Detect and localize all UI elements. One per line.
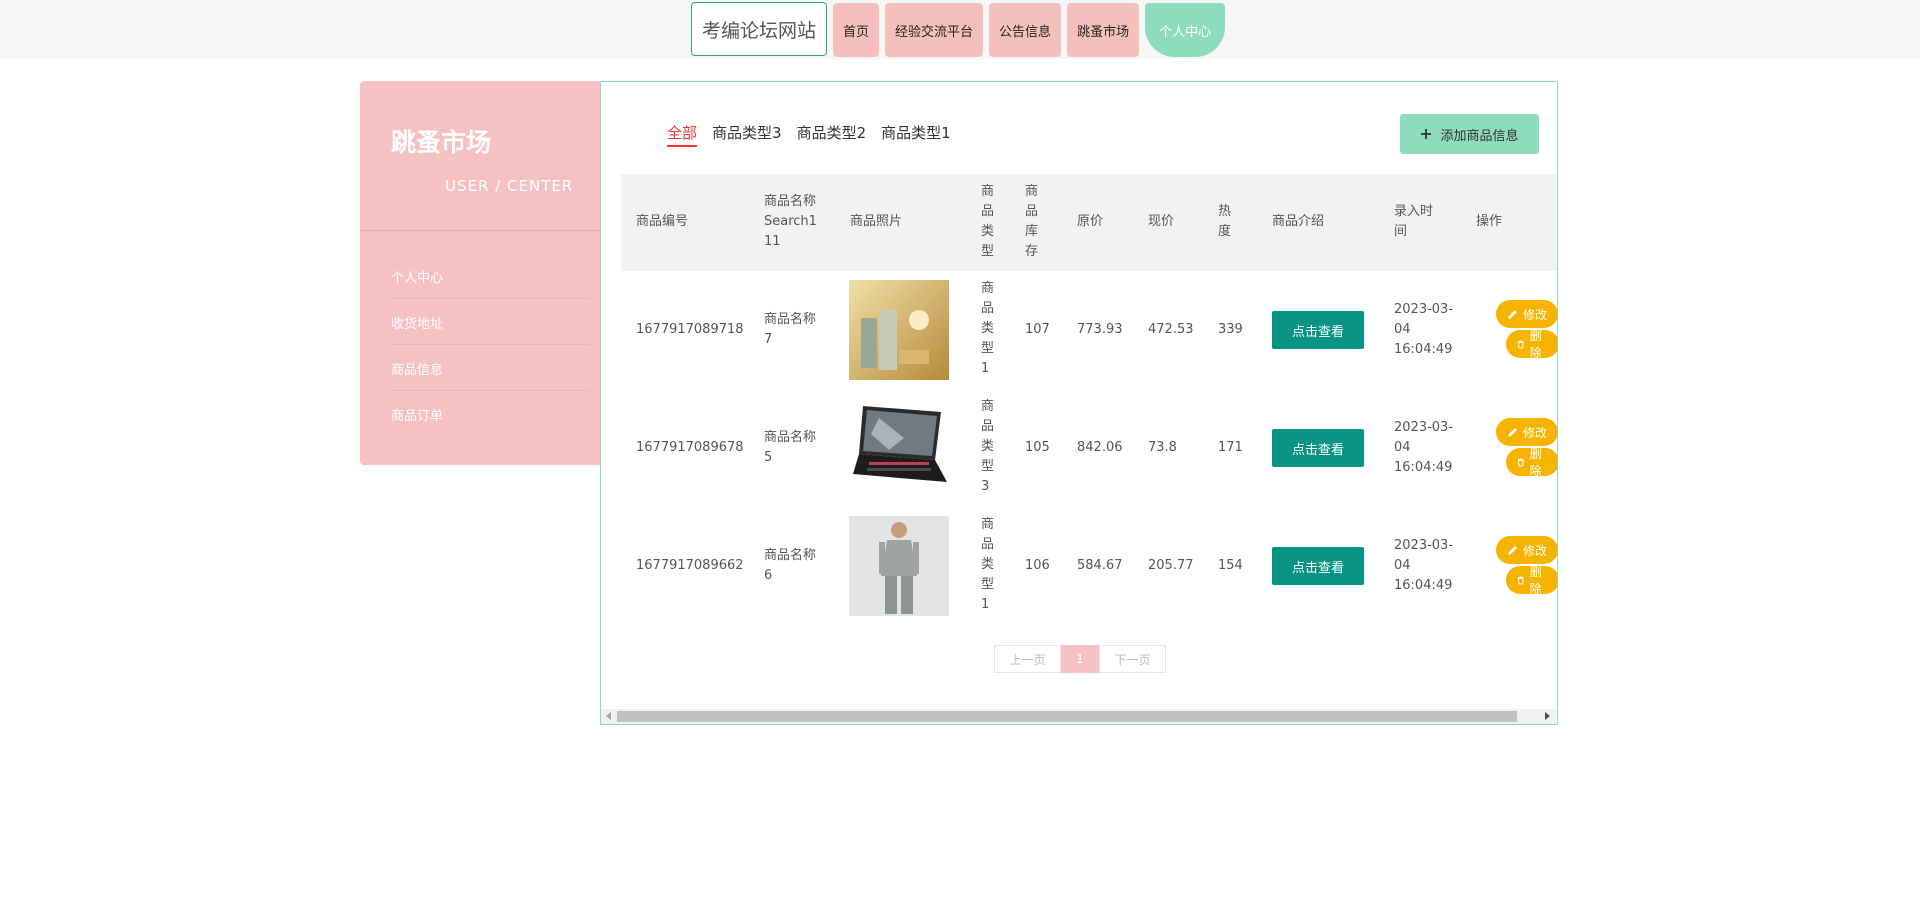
cell-heat: 339: [1218, 322, 1243, 337]
nav-item-experience[interactable]: 经验交流平台: [885, 3, 984, 57]
view-details-button[interactable]: 点击查看: [1272, 311, 1364, 349]
prev-page-button[interactable]: 上一页: [994, 645, 1061, 673]
table-row: 1677917089678 商品名称5 商品类型3 105 842.06 73.…: [621, 397, 1557, 515]
pencil-icon: [1508, 545, 1517, 555]
header-type: 商品类型: [981, 184, 995, 259]
cell-orig-price: 842.06: [1077, 440, 1123, 455]
current-page[interactable]: 1: [1061, 645, 1099, 673]
nav-item-flea-market[interactable]: 跳蚤市场: [1067, 3, 1140, 57]
header-photo: 商品照片: [850, 214, 903, 229]
cell-orig-price: 584.67: [1077, 558, 1123, 573]
cell-name: 商品名称7: [764, 312, 817, 347]
cell-price: 472.53: [1148, 322, 1194, 337]
table-row: 1677917089718 商品名称7 商品类型1 107 773.93 472…: [621, 279, 1557, 397]
sidebar-item-orders[interactable]: 商品订单: [391, 405, 591, 436]
cell-heat: 154: [1218, 558, 1243, 573]
tab-type-1[interactable]: 商品类型1: [881, 122, 951, 147]
view-details-button[interactable]: 点击查看: [1272, 547, 1364, 585]
site-title[interactable]: 考编论坛网站: [691, 2, 828, 56]
view-details-button[interactable]: 点击查看: [1272, 429, 1364, 467]
header-ops: 操作: [1476, 214, 1503, 229]
sidebar: 跳蚤市场 USER / CENTER 个人中心 收货地址 商品信息 商品订单: [360, 81, 600, 465]
delete-label: 删除: [1529, 565, 1542, 596]
header-intro: 商品介绍: [1272, 214, 1325, 229]
edit-label: 修改: [1523, 425, 1548, 440]
pencil-icon: [1508, 427, 1517, 437]
pencil-icon: [1508, 309, 1517, 319]
edit-button[interactable]: 修改: [1496, 300, 1557, 328]
cell-heat: 171: [1218, 440, 1243, 455]
plus-icon: [1421, 129, 1432, 139]
header-time: 录入时间: [1394, 204, 1434, 239]
cell-stock: 105: [1025, 440, 1050, 455]
nav-item-user-center[interactable]: 个人中心: [1145, 3, 1226, 57]
trash-icon: [1517, 458, 1524, 466]
sidebar-item-user-center[interactable]: 个人中心: [391, 267, 591, 299]
tab-all[interactable]: 全部: [667, 122, 698, 147]
cell-stock: 107: [1025, 322, 1050, 337]
tab-type-3[interactable]: 商品类型3: [712, 122, 782, 147]
scrollbar-thumb[interactable]: [617, 711, 1517, 722]
edit-button[interactable]: 修改: [1496, 418, 1557, 446]
sidebar-item-products[interactable]: 商品信息: [391, 359, 591, 391]
nav-item-announcements[interactable]: 公告信息: [989, 3, 1062, 57]
sidebar-subtitle: USER / CENTER: [445, 177, 574, 195]
header-id: 商品编号: [636, 214, 689, 229]
cell-type: 商品类型1: [981, 281, 995, 376]
tab-type-2[interactable]: 商品类型2: [797, 122, 867, 147]
sidebar-item-address[interactable]: 收货地址: [391, 313, 591, 345]
delete-button[interactable]: 删除: [1506, 447, 1557, 478]
sidebar-title: 跳蚤市场: [391, 128, 492, 157]
header-name: 商品名称Search111: [764, 194, 817, 249]
top-navbar: 考编论坛网站 首页 经验交流平台 公告信息 跳蚤市场 个人中心: [0, 0, 1920, 59]
cell-name: 商品名称5: [764, 430, 817, 465]
cell-type: 商品类型1: [981, 517, 995, 612]
product-photo: [849, 398, 949, 498]
header-stock: 商品库存: [1025, 184, 1039, 259]
cell-time: 2023-03-04 16:04:49: [1394, 420, 1454, 475]
sidebar-divider: [360, 230, 600, 231]
cell-price: 73.8: [1148, 440, 1177, 455]
delete-button[interactable]: 删除: [1506, 565, 1557, 596]
cell-time: 2023-03-04 16:04:49: [1394, 538, 1454, 593]
cell-orig-price: 773.93: [1077, 322, 1123, 337]
pagination: 上一页 1 下一页: [994, 645, 1166, 673]
category-tabs: 全部 商品类型3 商品类型2 商品类型1: [667, 122, 951, 147]
delete-label: 删除: [1529, 329, 1542, 360]
delete-button[interactable]: 删除: [1506, 329, 1557, 360]
cell-price: 205.77: [1148, 558, 1194, 573]
cell-stock: 106: [1025, 558, 1050, 573]
edit-label: 修改: [1523, 543, 1548, 558]
edit-button[interactable]: 修改: [1496, 536, 1557, 564]
header-price: 现价: [1148, 214, 1175, 229]
cell-id: 1677917089718: [636, 322, 744, 337]
edit-label: 修改: [1523, 307, 1548, 322]
cell-time: 2023-03-04 16:04:49: [1394, 302, 1454, 357]
trash-icon: [1517, 340, 1524, 348]
trash-icon: [1517, 576, 1524, 584]
cell-name: 商品名称6: [764, 548, 817, 583]
cell-id: 1677917089678: [636, 440, 744, 455]
nav-menu: 考编论坛网站 首页 经验交流平台 公告信息 跳蚤市场 个人中心: [691, 0, 1226, 59]
nav-item-home[interactable]: 首页: [833, 3, 880, 57]
delete-label: 删除: [1529, 447, 1542, 478]
product-photo: [849, 280, 949, 380]
header-orig-price: 原价: [1077, 214, 1104, 229]
table-row: 1677917089662 商品名称6 商品类型1 106 584.67 205…: [621, 515, 1557, 633]
cell-type: 商品类型3: [981, 399, 995, 494]
scroll-right-arrow-icon[interactable]: [1545, 712, 1550, 720]
scroll-left-arrow-icon[interactable]: [606, 712, 611, 720]
cell-id: 1677917089662: [636, 558, 744, 573]
add-product-label: 添加商品信息: [1440, 128, 1519, 144]
horizontal-scrollbar[interactable]: [601, 709, 1557, 724]
add-product-button[interactable]: 添加商品信息: [1400, 114, 1539, 154]
product-panel: 全部 商品类型3 商品类型2 商品类型1 添加商品信息 商品编号 商品名称Sea…: [600, 81, 1558, 725]
next-page-button[interactable]: 下一页: [1099, 645, 1166, 673]
product-photo: [849, 516, 949, 616]
table-header: 商品编号 商品名称Search111 商品照片 商品类型 商品库存 原价 现价 …: [621, 174, 1557, 271]
header-heat: 热度: [1218, 204, 1232, 239]
